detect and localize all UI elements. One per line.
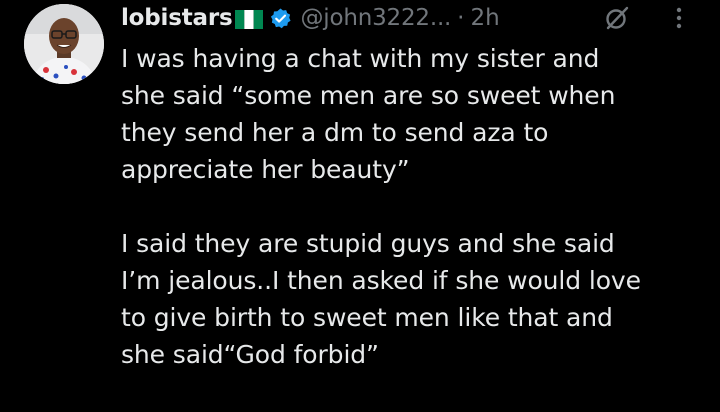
grok-icon[interactable] bbox=[604, 5, 630, 31]
tweet-header: lobistars @john3222... · 2h bbox=[121, 0, 500, 36]
nigeria-flag-icon bbox=[235, 9, 264, 29]
verified-badge-icon[interactable] bbox=[269, 7, 292, 30]
tweet-line: I’m jealous..I then asked if she would l… bbox=[121, 266, 641, 295]
tweet-line: to give birth to sweet men like that and bbox=[121, 303, 613, 332]
display-name[interactable]: lobistars bbox=[121, 5, 233, 31]
tweet-line: I was having a chat with my sister and bbox=[121, 44, 600, 73]
timestamp[interactable]: 2h bbox=[470, 5, 499, 31]
separator-dot: · bbox=[457, 5, 465, 31]
handle[interactable]: @john3222... bbox=[300, 5, 451, 31]
tweet-line: I said they are stupid guys and she said bbox=[121, 229, 615, 258]
more-options-icon[interactable] bbox=[666, 5, 692, 31]
avatar-image bbox=[24, 4, 104, 84]
tweet-line: she said “some men are so sweet when bbox=[121, 81, 616, 110]
tweet-line: she said“God forbid” bbox=[121, 340, 379, 369]
tweet-text: I was having a chat with my sister and s… bbox=[121, 40, 711, 373]
tweet[interactable]: lobistars @john3222... · 2h I was having… bbox=[0, 0, 720, 412]
avatar[interactable] bbox=[24, 4, 104, 84]
tweet-line: they send her a dm to send aza to bbox=[121, 118, 549, 147]
tweet-line: appreciate her beauty” bbox=[121, 155, 410, 184]
